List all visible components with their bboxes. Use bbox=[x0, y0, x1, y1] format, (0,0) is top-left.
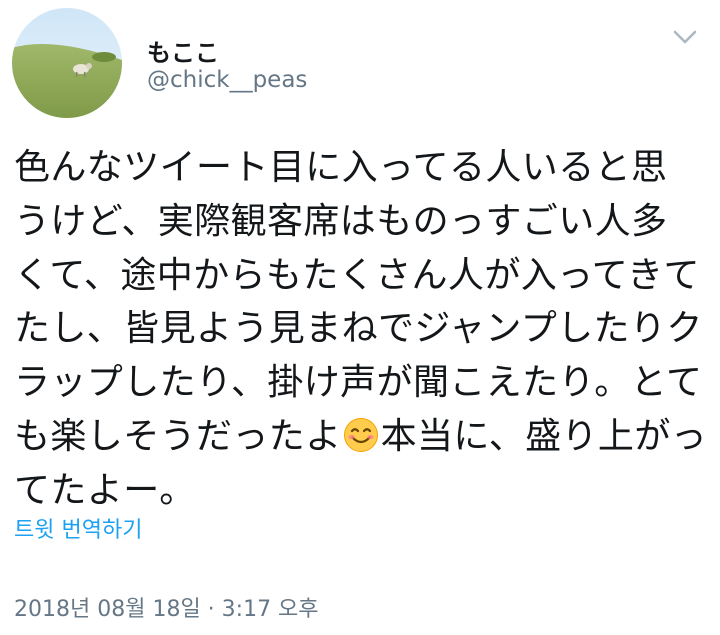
translate-tweet-link[interactable]: 트윗 번역하기 bbox=[14, 512, 142, 544]
tweet-text-line: たし、皆見よう見まねでジャンプしたりク bbox=[14, 308, 703, 350]
tweet-text-line: てたよー。 bbox=[14, 469, 196, 511]
tweet-text-segment: も楽しそうだったよ bbox=[14, 415, 342, 457]
tweet-text-line-with-emoji: も楽しそうだったよ 本当に、盛り上がっ bbox=[14, 410, 707, 464]
smiling-face-emoji-icon bbox=[343, 415, 379, 452]
user-handle[interactable]: @chick__peas bbox=[147, 67, 307, 93]
avatar-image bbox=[12, 8, 122, 118]
chevron-down-icon[interactable] bbox=[672, 27, 698, 47]
display-name[interactable]: もここ bbox=[147, 33, 219, 68]
tweet-card: もここ @chick__peas 色んなツイート目に入ってる人いると思 うけど、… bbox=[0, 0, 720, 635]
tweet-text-line: 色んなツイート目に入ってる人いると思 bbox=[14, 147, 668, 188]
avatar[interactable] bbox=[12, 8, 122, 118]
tweet-text: 色んなツイート目に入ってる人いると思 うけど、実際観客席はものっすごい人多 くて… bbox=[14, 141, 707, 518]
tweet-text-segment: 本当に、盛り上がっ bbox=[380, 415, 708, 457]
tweet-text-line: ラップしたり、掛け声が聞こえたり。とて bbox=[14, 362, 703, 404]
tweet-timestamp[interactable]: 2018년 08월 18일 · 3:17 오후 bbox=[14, 591, 319, 623]
tweet-text-line: うけど、実際観客席はものっすごい人多 bbox=[14, 200, 668, 242]
tweet-text-line: くて、途中からもたくさん人が入ってきて bbox=[14, 254, 700, 296]
